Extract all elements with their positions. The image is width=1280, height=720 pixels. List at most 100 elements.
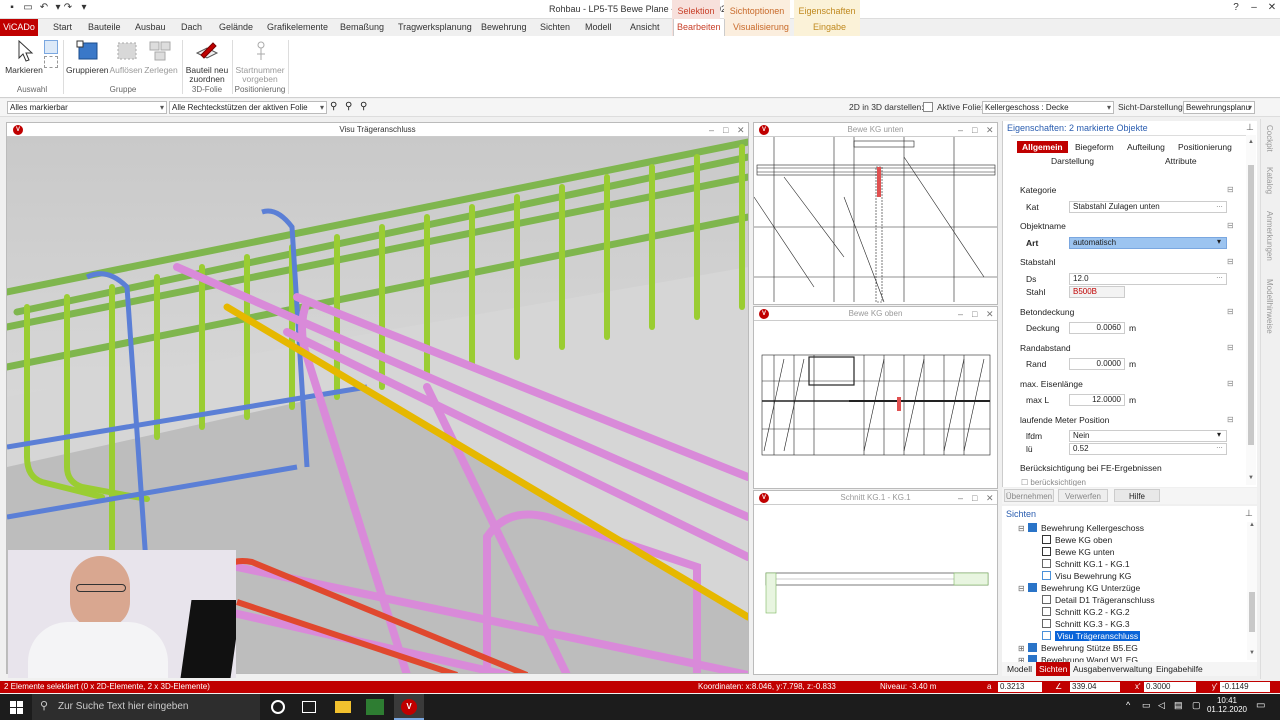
more-icon[interactable]: … xyxy=(1216,443,1223,450)
tab-eingabe[interactable]: Eingabe xyxy=(810,19,849,36)
view-bewe-kg-unten[interactable]: V Bewe KG unten – □ ✕ xyxy=(753,122,998,305)
tab-sichten-panel[interactable]: Sichten xyxy=(1036,662,1071,676)
tree-node[interactable]: Schnitt KG.2 - KG.2 xyxy=(1002,606,1247,618)
view-maximize-icon[interactable]: □ xyxy=(723,123,728,137)
tab-visualisierung[interactable]: Visualisierung xyxy=(730,19,792,36)
tab-bauteile[interactable]: Bauteile xyxy=(85,19,124,36)
tree-node[interactable]: ⊟ Bewehrung Kellergeschoss xyxy=(1002,522,1247,534)
aktive-folie-select[interactable]: Kellergeschoss : Decke xyxy=(982,101,1114,114)
tab-allgemein[interactable]: Allgemein xyxy=(1017,141,1068,153)
language-icon[interactable]: ▢ xyxy=(1192,700,1201,711)
notification-icon[interactable]: ▭ xyxy=(1256,700,1265,711)
side-tab-cockpit[interactable]: Cockpit xyxy=(1265,125,1274,152)
uebernehmen-button[interactable]: Übernehmen xyxy=(1004,489,1054,502)
tray-chevron-icon[interactable]: ^ xyxy=(1126,700,1130,710)
markieren-button[interactable]: Markieren xyxy=(4,66,44,75)
binoculars-minus-icon[interactable]: ⚲ xyxy=(360,101,367,112)
view-minimize-icon[interactable]: – xyxy=(958,123,963,137)
clock[interactable]: 10:41 01.12.2020 xyxy=(1206,696,1248,714)
tree-node[interactable]: Bewe KG oben xyxy=(1002,534,1247,546)
status-x-field[interactable]: 0.3000 xyxy=(1144,682,1196,692)
bauteil-neu-zuordnen-button[interactable]: Bauteil neu zuordnen xyxy=(184,66,230,84)
verwerfen-button[interactable]: Verwerfen xyxy=(1058,489,1108,502)
volume-icon[interactable]: ◁ xyxy=(1158,700,1165,711)
tree-scrollbar[interactable]: ▲ ▼ xyxy=(1247,522,1257,660)
collapse-icon[interactable]: ⊟ xyxy=(1227,185,1234,194)
hilfe-button[interactable]: Hilfe xyxy=(1114,489,1160,502)
tab-modell[interactable]: Modell xyxy=(582,19,615,36)
task-view-icon[interactable] xyxy=(302,701,316,713)
collapse-icon[interactable]: ⊟ xyxy=(1227,415,1234,424)
tree-node[interactable]: Schnitt KG.1 - KG.1 xyxy=(1002,558,1247,570)
view-minimize-icon[interactable]: – xyxy=(958,307,963,321)
tab-dach[interactable]: Dach xyxy=(178,19,205,36)
aufloesen-button[interactable]: Auflösen xyxy=(108,66,144,75)
view-maximize-icon[interactable]: □ xyxy=(972,307,977,321)
select-mode-icon[interactable] xyxy=(44,40,58,54)
pin-icon[interactable]: ⊥ xyxy=(1246,122,1254,133)
tab-bewehrung[interactable]: Bewehrung xyxy=(478,19,530,36)
close-button[interactable]: ✕ xyxy=(1266,2,1278,14)
more-icon[interactable]: … xyxy=(1216,273,1223,280)
zerlegen-button[interactable]: Zerlegen xyxy=(142,66,180,75)
view-close-icon[interactable]: ✕ xyxy=(986,307,994,321)
binoculars-plus-icon[interactable]: ⚲ xyxy=(345,101,352,112)
fe-checkbox[interactable]: ☐ berücksichtigen xyxy=(1021,478,1086,486)
plan-drawing[interactable] xyxy=(754,321,997,488)
status-y-field[interactable]: -0.1149 xyxy=(1220,682,1270,692)
deckung-field[interactable]: 0.0060 xyxy=(1069,322,1125,334)
side-tab-modellhinweise[interactable]: Modellhinweise xyxy=(1265,279,1274,334)
side-tab-anmerkungen[interactable]: Anmerkungen xyxy=(1265,211,1274,261)
collapse-icon[interactable]: ⊟ xyxy=(1227,343,1234,352)
minimize-button[interactable]: – xyxy=(1248,2,1260,14)
more-icon[interactable]: … xyxy=(1216,202,1226,212)
tab-ansicht[interactable]: Ansicht xyxy=(627,19,663,36)
tab-gelaende[interactable]: Gelände xyxy=(216,19,256,36)
section-drawing[interactable] xyxy=(754,505,997,674)
ds-field[interactable]: 12.0 xyxy=(1069,273,1227,285)
vicado-taskbar-button[interactable]: V xyxy=(394,694,424,720)
properties-scrollbar[interactable]: ▲ ▼ xyxy=(1246,135,1256,485)
tree-node[interactable]: Detail D1 Trägeranschluss xyxy=(1002,594,1247,606)
stahl-field[interactable]: B500B xyxy=(1069,286,1125,298)
plan-drawing[interactable] xyxy=(754,137,997,304)
tree-node[interactable]: Schnitt KG.3 - KG.3 xyxy=(1002,618,1247,630)
view-maximize-icon[interactable]: □ xyxy=(972,491,977,505)
tab-attribute[interactable]: Attribute xyxy=(1165,156,1197,166)
view-close-icon[interactable]: ✕ xyxy=(986,123,994,137)
tab-positionierung[interactable]: Positionierung xyxy=(1178,142,1232,152)
lfdm-select[interactable]: Nein xyxy=(1069,430,1227,442)
tab-biegeform[interactable]: Biegeform xyxy=(1075,142,1114,152)
tab-ausgabenverwaltung[interactable]: Ausgabenverwaltung xyxy=(1070,662,1155,676)
tab-sichten[interactable]: Sichten xyxy=(537,19,573,36)
gruppieren-button[interactable]: Gruppieren xyxy=(66,66,109,75)
view-minimize-icon[interactable]: – xyxy=(709,123,714,137)
filter-select-1[interactable]: Alles markierbar xyxy=(7,101,167,114)
view-maximize-icon[interactable]: □ xyxy=(972,123,977,137)
tab-bearbeiten[interactable]: Bearbeiten xyxy=(673,19,725,36)
collapse-icon[interactable]: ⊟ xyxy=(1227,307,1234,316)
view-minimize-icon[interactable]: – xyxy=(958,491,963,505)
view-close-icon[interactable]: ✕ xyxy=(986,491,994,505)
expand-icon[interactable]: ⊟ xyxy=(1018,523,1028,535)
tree-node[interactable]: ⊞ Bewehrung Stütze B5.EG xyxy=(1002,642,1247,654)
tab-darstellung[interactable]: Darstellung xyxy=(1051,156,1094,166)
status-a-field[interactable]: 0.3213 xyxy=(998,682,1042,692)
collapse-icon[interactable]: ⊟ xyxy=(1227,221,1234,230)
pin-icon[interactable]: ⊥ xyxy=(1245,508,1253,519)
app-icon[interactable] xyxy=(366,699,384,715)
tab-eingabehilfe[interactable]: Eingabehilfe xyxy=(1153,662,1206,676)
tree-node[interactable]: ⊟ Bewehrung KG Unterzüge xyxy=(1002,582,1247,594)
tree-node[interactable]: Visu Bewehrung KG xyxy=(1002,570,1247,582)
help-icon[interactable]: ? xyxy=(1230,2,1242,14)
lue-field[interactable]: 0.52 xyxy=(1069,443,1227,455)
tab-grafikelemente[interactable]: Grafikelemente xyxy=(264,19,331,36)
kat-field[interactable]: Stabstahl Zulagen unten xyxy=(1069,201,1227,213)
tree-node[interactable]: Bewe KG unten xyxy=(1002,546,1247,558)
chevron-down-icon[interactable]: ▾ xyxy=(1217,237,1221,246)
network-icon[interactable]: ▭ xyxy=(1142,700,1151,711)
tab-modell-panel[interactable]: Modell xyxy=(1004,662,1035,676)
collapse-icon[interactable]: ⊟ xyxy=(1227,379,1234,388)
art-select[interactable]: automatisch xyxy=(1069,237,1227,249)
filter-select-2[interactable]: Alle Rechteckstützen der aktiven Folie xyxy=(169,101,327,114)
